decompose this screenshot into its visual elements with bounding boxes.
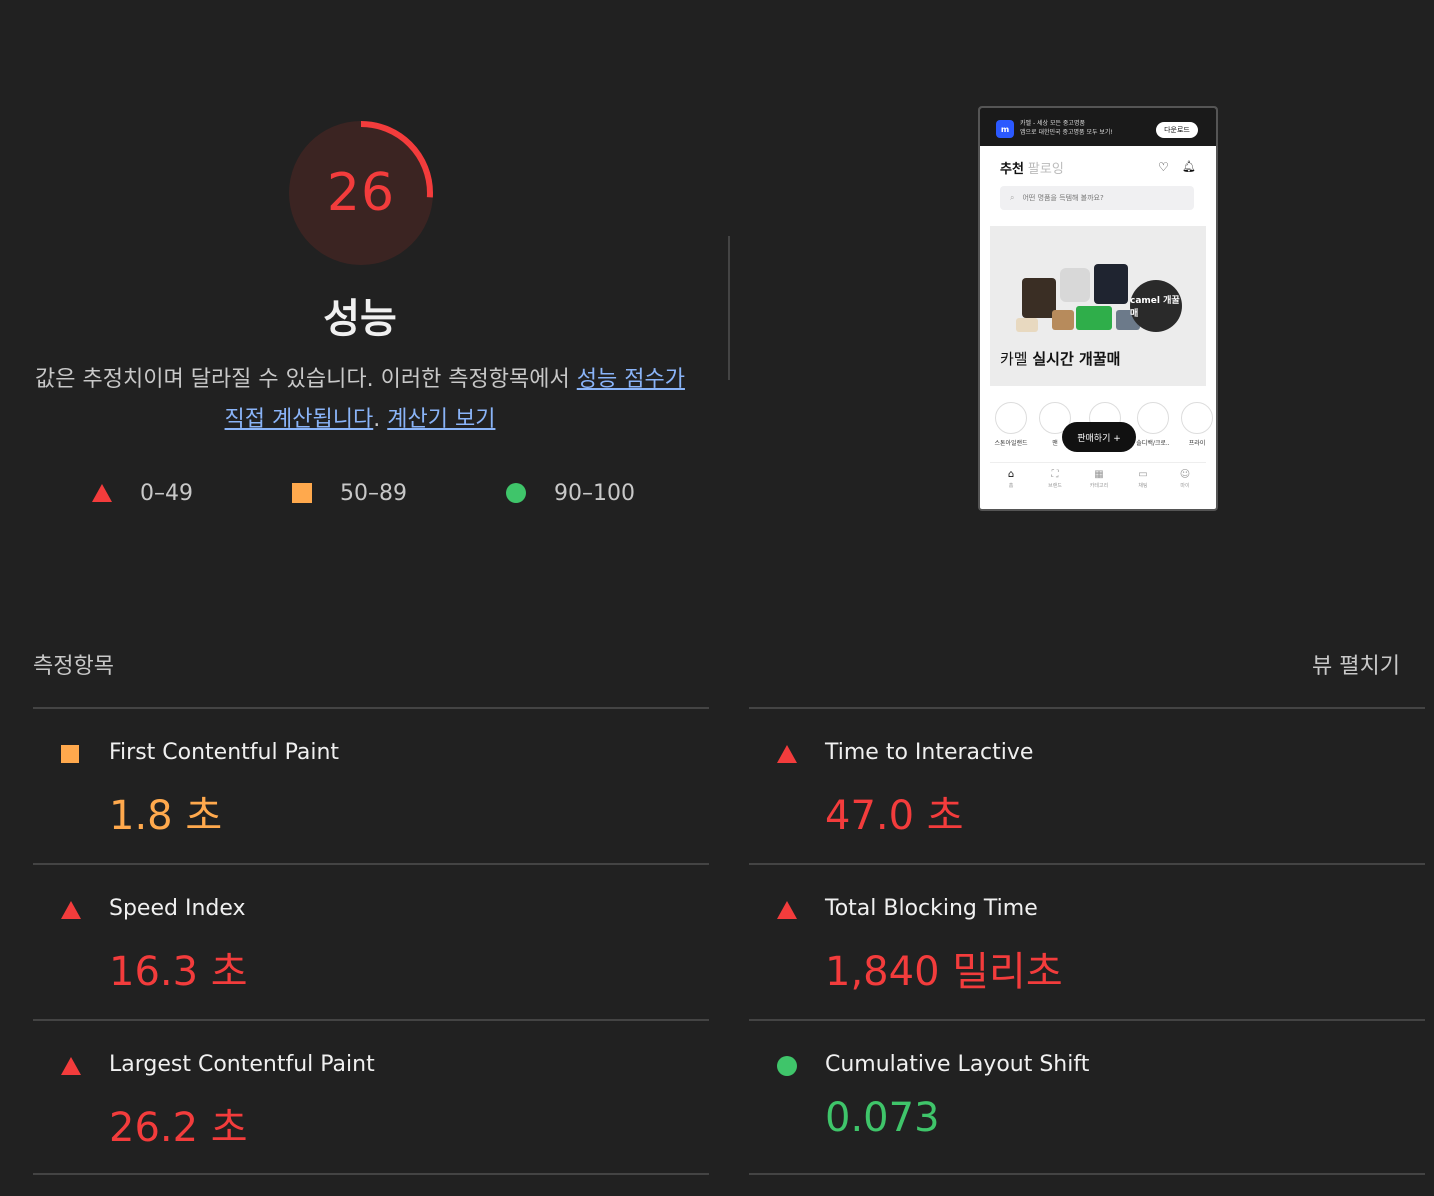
performance-score: 26 <box>326 163 396 223</box>
bell-icon: 🔔︎ <box>1182 160 1196 173</box>
legend-pass-range: 90–100 <box>554 480 635 506</box>
grid-icon: ▦ <box>1094 469 1104 480</box>
lighthouse-report: 26 성능 값은 추정치이며 달라질 수 있습니다. 이러한 측정항목에서 성능… <box>0 0 1434 1196</box>
feed-tabs: 추천 팔로잉 <box>1000 158 1064 177</box>
brand-item: 솔디백/크로.. <box>1136 402 1170 447</box>
brand-item: 스톤아일랜드 <box>994 402 1028 447</box>
legend-average-range: 50–89 <box>340 480 407 506</box>
nav-category-label: 카테고리 <box>1089 483 1109 489</box>
legend-pass: 90–100 <box>506 478 635 508</box>
final-screenshot[interactable]: m 카멜 - 세상 모든 중고명품 앱으로 대한민국 중고명품 모두 보기! 다… <box>978 106 1218 511</box>
camel-badge: camel 개꿀매 <box>1130 280 1182 332</box>
performance-label: 성능 <box>323 296 397 342</box>
nav-home-label: 홈 <box>1008 483 1014 489</box>
expand-view-toggle[interactable]: 뷰 펼치기 <box>1312 648 1400 680</box>
divider <box>749 1019 1425 1021</box>
circle-icon <box>506 483 526 503</box>
description-text: 값은 추정치이며 달라질 수 있습니다. 이러한 측정항목에서 <box>35 367 577 392</box>
camel-logo-icon: m <box>996 120 1014 138</box>
search-bar: ⌕ 어떤 명품을 득템해 볼까요? <box>1000 186 1194 210</box>
metric-label: Speed Index <box>109 896 246 921</box>
scan-icon: ⛶ <box>1051 469 1059 480</box>
metric-label: Largest Contentful Paint <box>109 1052 375 1077</box>
divider <box>33 1173 709 1175</box>
heart-icon: ♡ <box>1158 160 1169 174</box>
nav-brand-label: 브랜드 <box>1048 483 1062 489</box>
divider <box>33 863 709 865</box>
search-icon: ⌕ <box>1010 193 1015 202</box>
calculator-link[interactable]: 계산기 보기 <box>387 407 495 432</box>
metric-label: Cumulative Layout Shift <box>825 1052 1090 1077</box>
brand-label: 스톤아일랜드 <box>994 440 1028 447</box>
nav-category: ▦ 카테고리 <box>1084 469 1114 489</box>
triangle-icon <box>777 901 797 919</box>
search-placeholder: 어떤 명품을 득템해 볼까요? <box>1022 194 1104 202</box>
metric-value: 0.073 <box>825 1095 940 1141</box>
legend-fail-range: 0–49 <box>140 480 193 506</box>
banner-line-1: 카멜 - 세상 모든 중고명품 <box>1020 120 1085 127</box>
metric-label: Time to Interactive <box>825 740 1034 765</box>
divider <box>749 707 1425 709</box>
brand-item: 프라이 <box>1180 402 1214 447</box>
vertical-divider <box>728 236 730 380</box>
download-button: 다운로드 <box>1156 122 1198 138</box>
hero-title-light: 카멜 <box>1000 350 1033 368</box>
circle-icon <box>777 1056 797 1076</box>
sell-button: 판매하기 + <box>1062 422 1136 452</box>
brand-label: 프라이 <box>1188 440 1206 447</box>
triangle-icon <box>61 1057 81 1075</box>
divider <box>749 863 1425 865</box>
square-icon <box>61 745 79 763</box>
user-icon: ☺ <box>1179 469 1191 480</box>
home-icon: ⌂ <box>1007 469 1015 480</box>
legend-average: 50–89 <box>292 478 407 508</box>
banner-line-2: 앱으로 대한민국 중고명품 모두 보기! <box>1020 129 1113 136</box>
tab-following: 팔로잉 <box>1027 162 1064 177</box>
triangle-icon <box>61 901 81 919</box>
metric-value: 26.2 초 <box>109 1105 248 1151</box>
app-banner: m 카멜 - 세상 모든 중고명품 앱으로 대한민국 중고명품 모두 보기! 다… <box>980 108 1216 146</box>
chat-icon: ▭ <box>1138 469 1148 480</box>
hero-title: 카멜 실시간 개꿀매 <box>1000 348 1200 369</box>
metric-value: 1.8 초 <box>109 793 223 839</box>
nav-home: ⌂ 홈 <box>996 469 1026 489</box>
divider <box>749 1173 1425 1175</box>
nav-chat: ▭ 채팅 <box>1128 469 1158 489</box>
hero-title-bold: 실시간 개꿀매 <box>1032 350 1121 368</box>
metric-value: 16.3 초 <box>109 949 248 995</box>
brand-label: 솔디백/크로.. <box>1136 440 1170 447</box>
triangle-icon <box>92 484 112 502</box>
description-separator: . <box>373 407 388 432</box>
metrics-title: 측정항목 <box>33 654 114 679</box>
square-icon <box>292 483 312 503</box>
triangle-icon <box>777 745 797 763</box>
nav-chat-label: 채팅 <box>1138 483 1148 489</box>
metric-label: Total Blocking Time <box>825 896 1038 921</box>
metric-value: 1,840 밀리초 <box>825 949 1063 995</box>
metric-value: 47.0 초 <box>825 793 964 839</box>
tab-recommend: 추천 <box>1000 162 1024 177</box>
divider <box>33 1019 709 1021</box>
banner-text: 카멜 - 세상 모든 중고명품 앱으로 대한민국 중고명품 모두 보기! <box>1020 119 1113 137</box>
nav-my: ☺ 마이 <box>1170 469 1200 489</box>
legend-fail: 0–49 <box>92 478 193 508</box>
metric-label: First Contentful Paint <box>109 740 340 765</box>
nav-brand: ⛶ 브랜드 <box>1040 469 1070 489</box>
bottom-nav: ⌂ 홈 ⛶ 브랜드 ▦ 카테고리 ▭ 채팅 ☺ 마이 <box>990 462 1206 501</box>
score-description: 값은 추정치이며 달라질 수 있습니다. 이러한 측정항목에서 성능 점수가 직… <box>30 360 690 440</box>
divider <box>33 707 709 709</box>
nav-my-label: 마이 <box>1180 483 1190 489</box>
performance-gauge: 26 <box>285 117 437 269</box>
